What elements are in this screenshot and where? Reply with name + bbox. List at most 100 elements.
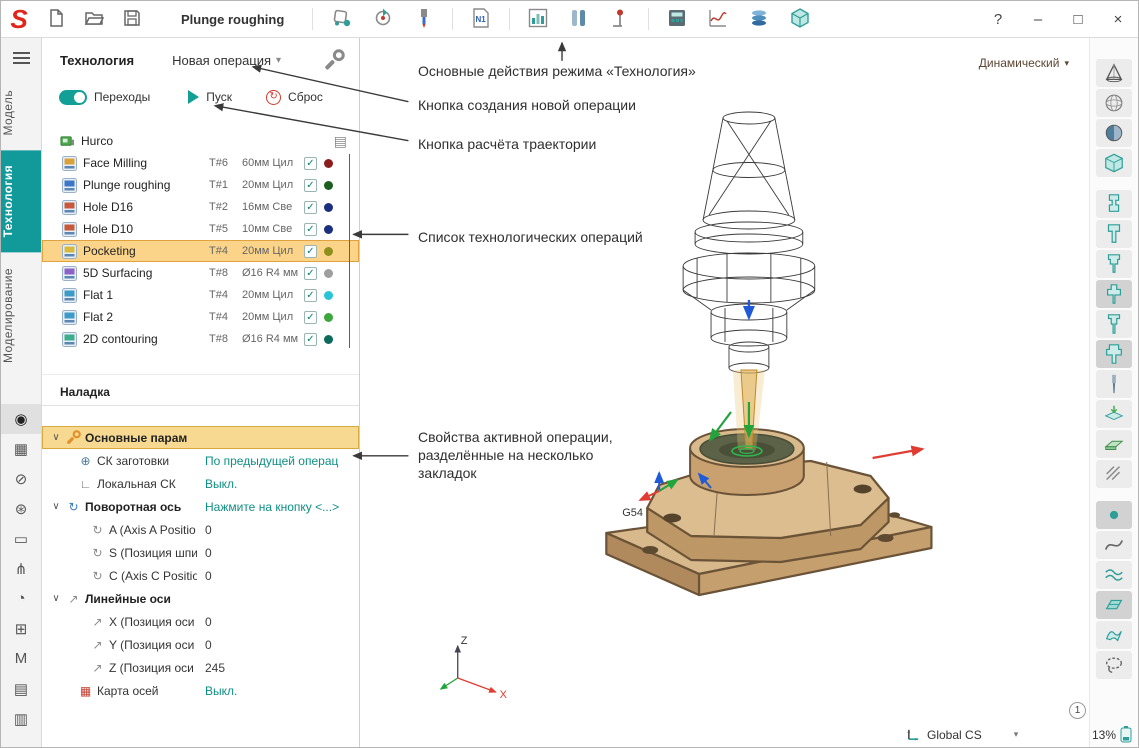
tool-setup-icon[interactable] <box>411 6 437 32</box>
restrict-icon[interactable]: ⊘ <box>1 464 41 494</box>
point-select-icon[interactable] <box>1096 501 1132 529</box>
operation-row[interactable]: Hole D10T#510мм Све✓ <box>42 218 359 240</box>
coordinate-system-selector[interactable]: Global CS ▾ <box>906 727 1018 742</box>
chevron-down-icon[interactable]: ∨ <box>50 432 62 443</box>
property-value[interactable]: Нажмите на кнопку <...> <box>205 500 353 514</box>
operation-checkbox[interactable]: ✓ <box>304 289 317 302</box>
operation-checkbox[interactable]: ✓ <box>304 333 317 346</box>
holder-type-3-icon[interactable] <box>1096 250 1132 278</box>
operation-checkbox[interactable]: ✓ <box>304 311 317 324</box>
add-solid-icon[interactable]: ⊞ <box>1 614 41 644</box>
hatch-section-icon[interactable] <box>1096 460 1132 488</box>
operation-checkbox[interactable]: ✓ <box>304 223 317 236</box>
property-row[interactable]: ∟Локальная СКВыкл. <box>42 472 359 495</box>
operation-checkbox[interactable]: ✓ <box>304 201 317 214</box>
transitions-toggle[interactable] <box>59 90 87 105</box>
machine-row[interactable]: Hurco ▤ <box>42 130 359 152</box>
chevron-down-icon[interactable]: ∨ <box>50 593 62 604</box>
macro-icon[interactable]: M <box>1 644 41 674</box>
property-row[interactable]: ↗X (Позиция оси0 <box>42 610 359 633</box>
save-document-icon[interactable] <box>116 5 148 33</box>
property-row[interactable]: ▦Карта осейВыкл. <box>42 679 359 702</box>
property-row[interactable]: ↻A (Axis A Positio0 <box>42 518 359 541</box>
view-shaded-icon[interactable] <box>1096 149 1132 177</box>
view-mode-dropdown[interactable]: Динамический ▾ <box>979 56 1069 70</box>
operation-checkbox[interactable]: ✓ <box>304 267 317 280</box>
help-button[interactable]: ? <box>978 4 1018 34</box>
tab-technology[interactable]: Технология <box>1 150 41 252</box>
operation-row[interactable]: Flat 2T#420мм Цил✓ <box>42 306 359 328</box>
property-value[interactable]: 0 <box>205 546 353 560</box>
history-icon[interactable]: ◔ <box>1 584 41 614</box>
operation-row[interactable]: 5D SurfacingT#8Ø16 R4 мм✓ <box>42 262 359 284</box>
workpiece-machining-icon[interactable] <box>329 6 355 32</box>
property-value[interactable]: 0 <box>205 638 353 652</box>
reset-label[interactable]: Сброс <box>288 90 323 104</box>
property-value[interactable]: 245 <box>205 661 353 675</box>
postprocessor-icon[interactable] <box>787 6 813 32</box>
property-row[interactable]: ↻C (Axis C Positio0 <box>42 564 359 587</box>
gcode-program-icon[interactable]: N1 <box>468 6 494 32</box>
close-button[interactable]: × <box>1098 4 1138 34</box>
view-mesh-icon[interactable] <box>1096 89 1132 117</box>
property-value[interactable]: 0 <box>205 615 353 629</box>
chevron-down-icon[interactable]: ∨ <box>50 501 62 512</box>
holder-type-5-icon[interactable] <box>1096 310 1132 338</box>
operation-row[interactable]: Hole D16T#216мм Све✓ <box>42 196 359 218</box>
fixture-plate-icon[interactable] <box>1096 430 1132 458</box>
diagnostics-graph-icon[interactable] <box>705 6 731 32</box>
property-value[interactable]: Выкл. <box>205 684 353 698</box>
tool-library-icon[interactable] <box>566 6 592 32</box>
workplane-icon[interactable]: ▭ <box>1 524 41 554</box>
operation-checkbox[interactable]: ✓ <box>304 157 317 170</box>
operation-row[interactable]: Plunge roughingT#120мм Цил✓ <box>42 174 359 196</box>
run-label[interactable]: Пуск <box>206 90 232 104</box>
split-branch-icon[interactable]: ⋔ <box>1 554 41 584</box>
list-icon[interactable]: ▥ <box>1 704 41 734</box>
view-wireframe-icon[interactable] <box>1096 59 1132 87</box>
holder-type-6-icon[interactable] <box>1096 340 1132 368</box>
new-operation-dropdown[interactable]: Новая операция ▾ <box>172 53 281 68</box>
wave-surface-icon[interactable] <box>1096 561 1132 589</box>
operation-row[interactable]: PocketingT#420мм Цил✓ <box>42 240 359 262</box>
lasso-select-icon[interactable] <box>1096 651 1132 679</box>
operations-menu-icon[interactable]: ▤ <box>334 133 347 150</box>
sheet-select-icon[interactable] <box>1096 621 1132 649</box>
open-document-icon[interactable] <box>78 5 110 33</box>
settings-gear-icon[interactable]: ⊛ <box>1 494 41 524</box>
rotary-machining-icon[interactable] <box>370 6 396 32</box>
surface-select-icon[interactable] <box>1096 591 1132 619</box>
raster-grid-icon[interactable]: ▦ <box>1 434 41 464</box>
zoom-level[interactable]: 13% <box>1092 726 1132 743</box>
property-row[interactable]: ↻S (Позиция шпи0 <box>42 541 359 564</box>
property-row[interactable]: ∨↻Поворотная осьНажмите на кнопку <...> <box>42 495 359 518</box>
operation-checkbox[interactable]: ✓ <box>304 179 317 192</box>
curve-select-icon[interactable] <box>1096 531 1132 559</box>
property-row[interactable]: ⊕СК заготовкиПо предыдущей операц <box>42 449 359 472</box>
pick-target-icon[interactable]: ◉ <box>1 404 41 434</box>
property-value[interactable]: По предыдущей операц <box>205 454 353 468</box>
view-shaded-edges-icon[interactable] <box>1096 119 1132 147</box>
workpiece-icon[interactable] <box>1096 400 1132 428</box>
run-play-icon[interactable] <box>188 90 199 104</box>
table-icon[interactable]: ▤ <box>1 674 41 704</box>
reset-icon[interactable]: ↻ <box>266 90 281 105</box>
operation-row[interactable]: 2D contouringT#8Ø16 R4 мм✓ <box>42 328 359 350</box>
property-value[interactable]: Выкл. <box>205 477 353 491</box>
machine-panel-icon[interactable] <box>664 6 690 32</box>
probe-icon[interactable] <box>607 6 633 32</box>
operation-settings-wrench-icon[interactable] <box>323 49 345 71</box>
layers-icon[interactable] <box>746 6 772 32</box>
operation-checkbox[interactable]: ✓ <box>304 245 317 258</box>
property-row[interactable]: ↗Y (Позиция оси0 <box>42 633 359 656</box>
operation-row[interactable]: Flat 1T#420мм Цил✓ <box>42 284 359 306</box>
holder-type-4-icon[interactable] <box>1096 280 1132 308</box>
property-value[interactable]: 0 <box>205 569 353 583</box>
minimize-button[interactable]: – <box>1018 4 1058 34</box>
holder-type-2-icon[interactable] <box>1096 220 1132 248</box>
operation-row[interactable]: Face MillingT#660мм Цил✓ <box>42 152 359 174</box>
maximize-button[interactable]: □ <box>1058 4 1098 34</box>
menu-icon[interactable] <box>13 49 30 67</box>
property-row[interactable]: ↗Z (Позиция оси245 <box>42 656 359 679</box>
statistics-icon[interactable] <box>525 6 551 32</box>
